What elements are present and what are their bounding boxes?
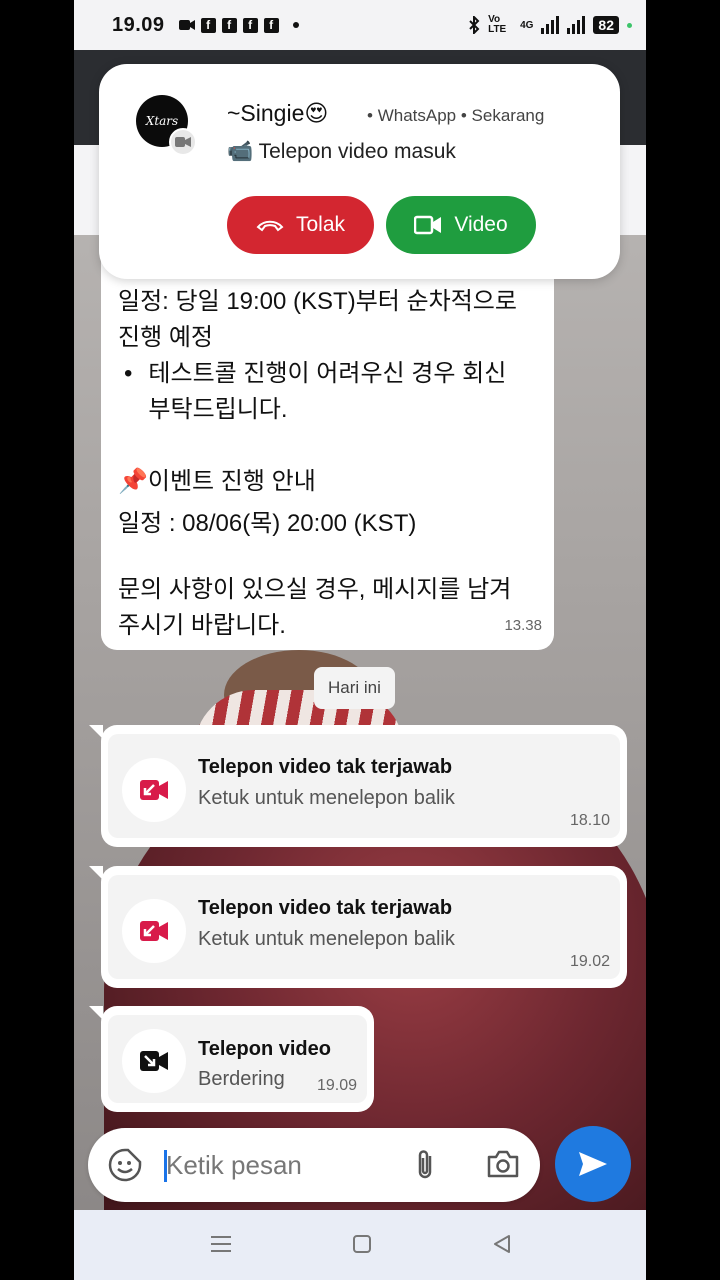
call-title: Telepon video <box>198 1038 331 1060</box>
call-card: Telepon video Berdering 19.09 <box>108 1015 367 1103</box>
message-line: 일정: 당일 19:00 (KST)부터 순차적으로 <box>118 288 517 315</box>
facebook-icon: f <box>221 17 237 33</box>
bullet-dot: • <box>124 360 133 387</box>
recents-menu-icon[interactable] <box>210 1234 232 1254</box>
message-line: 테스트콜 진행이 어려우신 경우 회신 <box>148 360 507 387</box>
message-input[interactable] <box>166 1143 396 1187</box>
signal-bars-icon <box>541 16 560 34</box>
privacy-indicator-dot <box>627 22 632 28</box>
send-button[interactable] <box>555 1126 631 1202</box>
call-subtitle: Ketuk untuk menelepon balik <box>198 928 455 950</box>
app-name: WhatsApp <box>377 106 457 125</box>
decline-button[interactable]: Tolak <box>227 196 374 254</box>
bluetooth-icon <box>469 16 480 34</box>
facebook-icon: f <box>200 17 216 33</box>
battery-level: 82 <box>593 16 619 34</box>
accept-video-button[interactable]: Video <box>386 196 536 254</box>
message-bubble[interactable]: 일정: 당일 19:00 (KST)부터 순차적으로 진행 예정 • 테스트콜 … <box>101 260 554 650</box>
video-call-badge-icon <box>169 128 197 156</box>
call-card: Telepon video tak terjawab Ketuk untuk m… <box>108 734 620 838</box>
volte-label: Vo LTE <box>488 14 507 35</box>
status-bar: 19.09 f f f f Vo LTE 4G 82 <box>74 0 646 50</box>
call-time: 19.09 <box>316 1077 357 1094</box>
message-line: 부탁드립니다. <box>148 396 288 423</box>
call-time: 18.10 <box>569 812 610 829</box>
caller-name: ~Singie😍 <box>227 100 329 126</box>
call-bubble[interactable]: Telepon video tak terjawab Ketuk untuk m… <box>89 866 627 988</box>
accept-label: Video <box>454 213 508 236</box>
phone-screen: 19.09 f f f f Vo LTE 4G 82 일정: 당일 19:00 … <box>74 0 646 1280</box>
send-icon <box>579 1152 607 1176</box>
event-heading: 📌이벤트 진행 안내 <box>118 468 316 495</box>
sticker-icon[interactable] <box>108 1148 142 1182</box>
message-time: 13.38 <box>504 617 542 634</box>
call-title: Telepon video tak terjawab <box>198 756 453 778</box>
message-line: 주시기 바랍니다. <box>118 612 286 639</box>
message-line: 진행 예정 <box>118 324 213 351</box>
status-time: 19.09 <box>112 13 165 36</box>
event-date: 일정 : 08/06(목) 20:00 (KST) <box>118 510 417 537</box>
home-square-icon[interactable] <box>352 1234 372 1254</box>
signal-bars-2-icon <box>567 16 586 34</box>
system-nav-bar <box>74 1210 646 1280</box>
notification-icons: f f f f <box>178 17 299 33</box>
decline-label: Tolak <box>295 213 346 236</box>
attach-icon[interactable] <box>412 1148 438 1182</box>
incoming-call-notification[interactable]: Xtars ~Singie😍 • WhatsApp • Sekarang 📹 T… <box>99 64 620 279</box>
call-time: 19.02 <box>569 953 610 970</box>
missed-video-call-icon <box>122 899 186 963</box>
message-line: 문의 사항이 있으실 경우, 메시지를 남겨 <box>118 576 512 603</box>
message-bullet: • 테스트콜 진행이 어려우신 경우 회신 부탁드립니다. <box>118 356 536 428</box>
back-triangle-icon[interactable] <box>492 1234 512 1254</box>
outgoing-video-call-icon <box>122 1029 186 1093</box>
status-right: Vo LTE 4G 82 <box>468 15 632 35</box>
call-title: Telepon video tak terjawab <box>198 897 453 919</box>
call-bubble[interactable]: Telepon video tak terjawab Ketuk untuk m… <box>89 725 627 847</box>
call-card: Telepon video tak terjawab Ketuk untuk m… <box>108 875 620 979</box>
hang-up-icon <box>256 220 284 232</box>
more-notifications-dot <box>292 22 299 28</box>
camera-icon <box>178 20 195 30</box>
notification-meta: • WhatsApp • Sekarang <box>367 106 545 125</box>
facebook-icon: f <box>242 17 258 33</box>
video-camera-icon <box>414 215 442 235</box>
missed-video-call-icon <box>122 758 186 822</box>
date-chip: Hari ini <box>314 667 395 709</box>
call-subtitle: Ketuk untuk menelepon balik <box>198 787 455 809</box>
notification-time: Sekarang <box>471 106 545 125</box>
camera-icon[interactable] <box>486 1148 520 1180</box>
facebook-icon: f <box>263 17 279 33</box>
message-composer <box>88 1128 540 1202</box>
call-subtitle: Berdering <box>198 1068 285 1090</box>
network-label: 4G <box>520 19 534 31</box>
call-bubble[interactable]: Telepon video Berdering 19.09 <box>89 1006 374 1112</box>
call-subtitle: 📹 Telepon video masuk <box>227 140 456 163</box>
